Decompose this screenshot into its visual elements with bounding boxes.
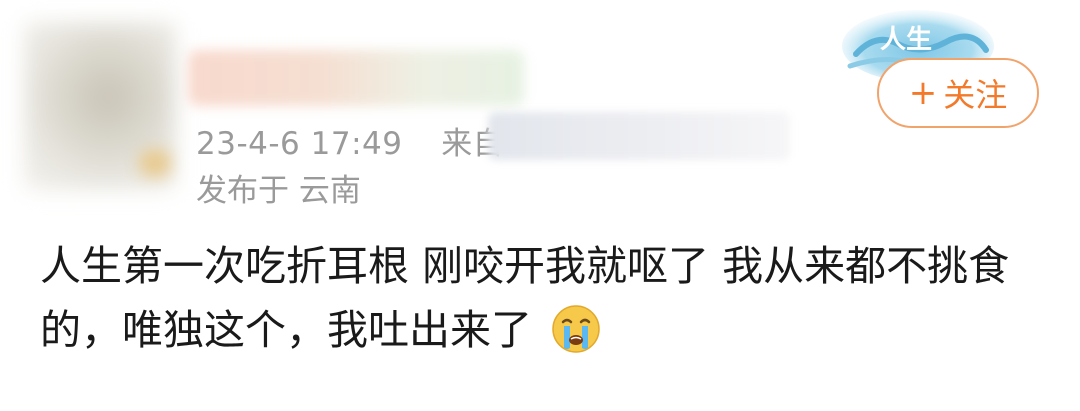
plus-icon: +: [908, 73, 938, 113]
post-location: 发布于 云南: [196, 173, 361, 209]
username-redacted[interactable]: [188, 50, 524, 106]
badge-text: 人生: [880, 25, 932, 55]
post-meta: 23-4-6 17:49 来自: [196, 118, 504, 163]
crying-face-icon: [552, 305, 600, 353]
source-redacted: [488, 112, 790, 160]
avatar-badge: [140, 150, 170, 176]
post-content: 人生第一次吃折耳根 刚咬开我就呕了 我从来都不挑食的，唯独这个，我吐出来了: [40, 234, 1050, 362]
post-text: 人生第一次吃折耳根 刚咬开我就呕了 我从来都不挑食的，唯独这个，我吐出来了: [40, 242, 1010, 354]
weibo-post-card: 23-4-6 17:49 来自 发布于 云南 人生 + 关注 人生第一次吃折耳根…: [0, 0, 1080, 411]
post-timestamp: 23-4-6 17:49: [196, 126, 403, 162]
follow-button[interactable]: + 关注: [877, 58, 1039, 128]
follow-button-label: 关注: [943, 76, 1008, 114]
